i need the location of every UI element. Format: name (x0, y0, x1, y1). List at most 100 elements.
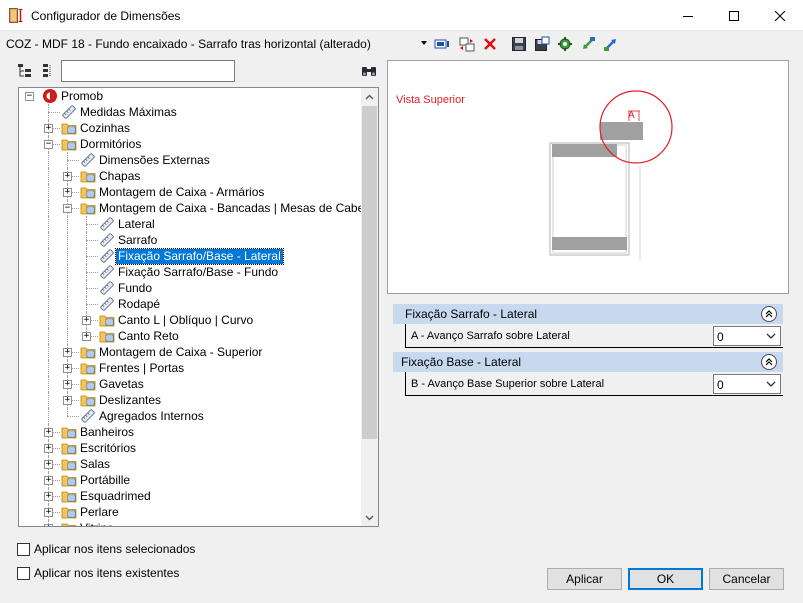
tree-node[interactable]: − Promob (19, 88, 361, 104)
search-input[interactable] (61, 60, 235, 82)
tree-node[interactable]: + Escritórios (19, 440, 361, 456)
tree-node[interactable]: − Dormitórios (19, 136, 361, 152)
collapse-section-button[interactable] (761, 354, 777, 370)
tree-node-label[interactable]: Cozinhas (78, 121, 132, 136)
expand-node-button[interactable]: + (44, 460, 53, 469)
tree-node-label[interactable]: Fundo (116, 281, 154, 296)
expand-node-button[interactable]: + (63, 188, 72, 197)
maximize-button[interactable] (711, 0, 757, 31)
tree-node[interactable]: + Gavetas (19, 376, 361, 392)
export-icon[interactable] (602, 35, 620, 53)
tree-node[interactable]: + Chapas (19, 168, 361, 184)
tree-node[interactable]: − Montagem de Caixa - Bancadas | Mesas de… (19, 200, 361, 216)
tree-vertical-scrollbar[interactable] (361, 88, 378, 526)
tree-node-label[interactable]: Canto L | Oblíquo | Curvo (116, 313, 255, 328)
minimize-button[interactable] (665, 0, 711, 31)
tree-node[interactable]: + Banheiros (19, 424, 361, 440)
select-item-icon[interactable] (433, 35, 451, 53)
expand-node-button[interactable]: + (63, 172, 72, 181)
tree-node[interactable]: Rodapé (19, 296, 361, 312)
collapse-node-button[interactable]: − (63, 204, 72, 213)
tree-node-label[interactable]: Salas (78, 457, 112, 472)
expand-node-button[interactable]: + (44, 524, 53, 526)
save-as-icon[interactable] (533, 35, 551, 53)
expand-node-button[interactable]: + (44, 124, 53, 133)
save-icon[interactable] (510, 35, 528, 53)
tree-node[interactable]: Sarrafo (19, 232, 361, 248)
expand-node-button[interactable]: + (63, 348, 72, 357)
tree-node[interactable]: Lateral (19, 216, 361, 232)
tree-node[interactable]: + Esquadrimed (19, 488, 361, 504)
ok-button[interactable]: OK (628, 568, 703, 590)
expand-node-button[interactable]: + (44, 476, 53, 485)
refresh-icon[interactable] (458, 35, 476, 53)
tree-node-label[interactable]: Agregados Internos (97, 409, 206, 424)
tree-node-label[interactable]: Medidas Máximas (78, 105, 179, 120)
expand-tree-icon[interactable] (17, 63, 33, 79)
scroll-down-button[interactable] (361, 509, 378, 526)
collapse-node-button[interactable]: − (44, 140, 53, 149)
collapse-tree-icon[interactable] (40, 63, 56, 79)
expand-node-button[interactable]: + (63, 380, 72, 389)
close-button[interactable] (757, 0, 803, 31)
tree-node[interactable]: + Salas (19, 456, 361, 472)
tree-node-label[interactable]: Gavetas (97, 377, 146, 392)
config-select[interactable]: COZ - MDF 18 - Fundo encaixado - Sarrafo… (6, 37, 371, 51)
tree-node[interactable]: + Deslizantes (19, 392, 361, 408)
tree-node-label[interactable]: Sarrafo (116, 233, 159, 248)
tree-node[interactable]: + Frentes | Portas (19, 360, 361, 376)
tree-node-label[interactable]: Perlare (78, 505, 121, 520)
config-dropdown-arrow-icon[interactable] (421, 41, 427, 45)
expand-node-button[interactable]: + (82, 316, 91, 325)
tree-node-label[interactable]: Chapas (97, 169, 142, 184)
expand-node-button[interactable]: + (63, 364, 72, 373)
category-tree[interactable]: − Promob Medidas Máximas + Cozinhas − Dormitór… (18, 87, 379, 527)
tree-node[interactable]: Fundo (19, 280, 361, 296)
tree-node[interactable]: + Vitrine (19, 520, 361, 526)
apply-existing-checkbox[interactable] (17, 567, 30, 580)
tree-node-label[interactable]: Portábille (78, 473, 132, 488)
tree-node-label[interactable]: Frentes | Portas (97, 361, 186, 376)
tree-node[interactable]: + Canto Reto (19, 328, 361, 344)
expand-node-button[interactable]: + (44, 508, 53, 517)
expand-node-button[interactable]: + (44, 492, 53, 501)
tree-node-label[interactable]: Vitrine (78, 521, 116, 526)
tree-node-label[interactable]: Dimensões Externas (97, 153, 212, 168)
delete-icon[interactable] (481, 35, 499, 53)
apply-selected-checkbox[interactable] (17, 543, 30, 556)
avanco-base-select[interactable]: 0 (713, 374, 781, 394)
tree-node[interactable]: Agregados Internos (19, 408, 361, 424)
tree-node[interactable]: + Portábille (19, 472, 361, 488)
tree-node[interactable]: + Montagem de Caixa - Superior (19, 344, 361, 360)
cancel-button[interactable]: Cancelar (709, 568, 784, 590)
binoculars-icon[interactable] (361, 63, 377, 79)
avanco-sarrafo-select[interactable]: 0 (713, 326, 781, 346)
tree-node-label[interactable]: Fixação Sarrafo/Base - Fundo (116, 265, 280, 280)
tree-node-label[interactable]: Promob (59, 89, 105, 104)
tree-node[interactable]: Fixação Sarrafo/Base - Lateral (19, 248, 361, 265)
tree-node-label[interactable]: Rodapé (116, 297, 162, 312)
tree-node-label[interactable]: Lateral (116, 217, 157, 232)
tree-node-label[interactable]: Montagem de Caixa - Bancadas | Mesas de … (97, 201, 361, 216)
expand-node-button[interactable]: + (63, 396, 72, 405)
expand-node-button[interactable]: + (82, 332, 91, 341)
collapse-section-button[interactable] (761, 306, 777, 322)
expand-node-button[interactable]: + (44, 428, 53, 437)
tree-node[interactable]: Dimensões Externas (19, 152, 361, 168)
tree-node[interactable]: + Canto L | Oblíquo | Curvo (19, 312, 361, 328)
settings-icon[interactable] (556, 35, 574, 53)
tree-node[interactable]: + Cozinhas (19, 120, 361, 136)
tree-node-label[interactable]: Fixação Sarrafo/Base - Lateral (115, 248, 284, 265)
scroll-thumb[interactable] (362, 106, 377, 439)
tree-node-label[interactable]: Deslizantes (97, 393, 163, 408)
tree-node[interactable]: Fixação Sarrafo/Base - Fundo (19, 264, 361, 280)
tree-node-label[interactable]: Canto Reto (116, 329, 181, 344)
apply-button[interactable]: Aplicar (547, 568, 622, 590)
tree-node-label[interactable]: Esquadrimed (78, 489, 153, 504)
expand-node-button[interactable]: + (44, 444, 53, 453)
scroll-up-button[interactable] (361, 88, 378, 105)
tree-node-label[interactable]: Banheiros (78, 425, 136, 440)
collapse-node-button[interactable]: − (25, 92, 34, 101)
tree-node[interactable]: Medidas Máximas (19, 104, 361, 120)
tree-node[interactable]: + Montagem de Caixa - Armários (19, 184, 361, 200)
